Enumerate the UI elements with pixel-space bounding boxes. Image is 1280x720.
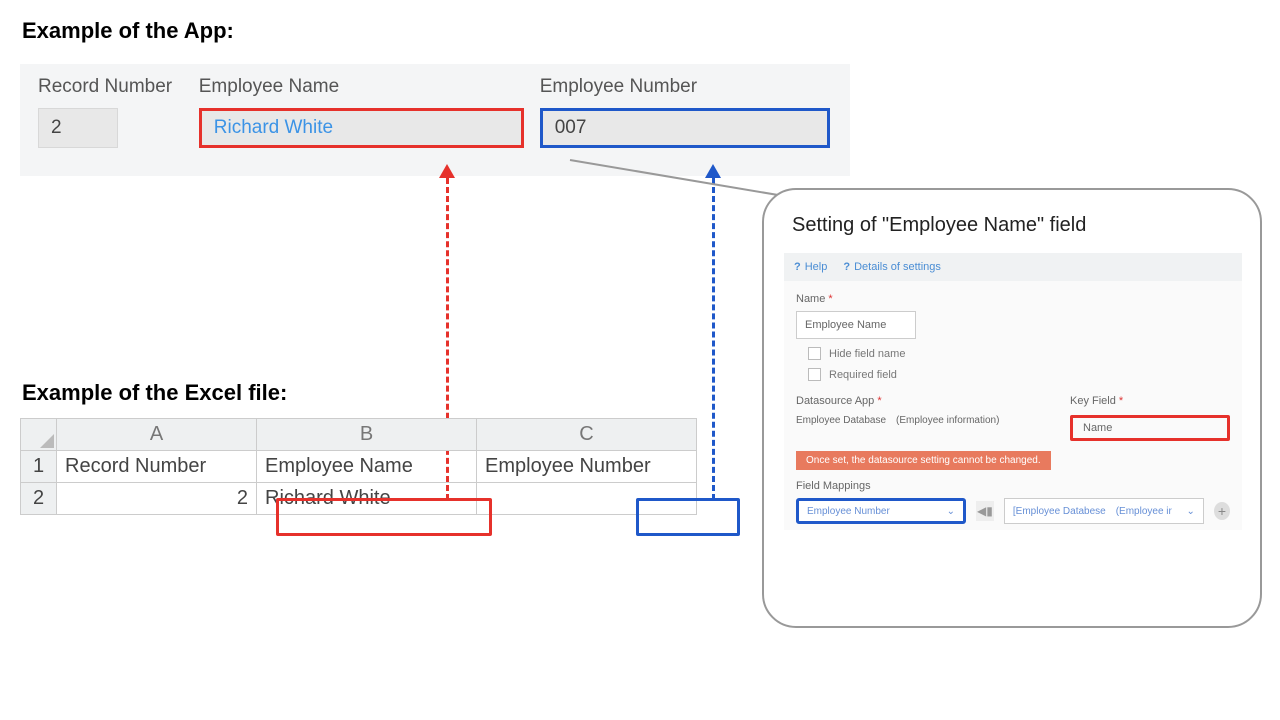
hide-field-checkbox-row[interactable]: Hide field name (808, 347, 1230, 360)
name-label: Name * (796, 293, 1230, 305)
app-label-employee-number: Employee Number (540, 76, 832, 98)
app-field-employee-name: Richard White (199, 108, 524, 148)
checkbox-icon (808, 368, 821, 381)
excel-cell-b2: Richard White (257, 483, 477, 515)
excel-col-header-a: A (57, 419, 257, 451)
excel-cell-c2 (477, 483, 697, 515)
callout-title: Setting of "Employee Name" field (792, 214, 1242, 237)
settings-panel: ?Help ?Details of settings Name * Employ… (784, 253, 1242, 530)
datasource-label: Datasource App * (796, 395, 1046, 407)
excel-row-number-1: 1 (21, 451, 57, 483)
heading-app-example: Example of the App: (22, 18, 234, 44)
excel-cell-b1: Employee Name (257, 451, 477, 483)
help-link[interactable]: ?Help (794, 261, 827, 273)
excel-col-header-b: B (257, 419, 477, 451)
excel-cell-a1: Record Number (57, 451, 257, 483)
excel-row-number-2: 2 (21, 483, 57, 515)
app-example-panel: Record Number 2 Employee Name Richard Wh… (20, 64, 850, 176)
keyfield-label: Key Field * (1070, 395, 1230, 407)
name-input[interactable]: Employee Name (796, 311, 916, 339)
keyfield-value[interactable]: Name (1070, 415, 1230, 441)
excel-cell-c1: Employee Number (477, 451, 697, 483)
excel-cell-a2: 2 (57, 483, 257, 515)
app-label-employee-name: Employee Name (199, 76, 540, 98)
required-field-label: Required field (829, 369, 897, 381)
add-mapping-button[interactable]: + (1214, 502, 1230, 520)
settings-callout: Setting of "Employee Name" field ?Help ?… (762, 188, 1262, 628)
app-field-employee-number: 007 (540, 108, 830, 148)
help-icon: ? (843, 261, 850, 273)
app-label-record-number: Record Number (38, 76, 199, 98)
excel-corner-cell (21, 419, 57, 451)
mapping-left-dropdown[interactable]: Employee Number ⌄ (796, 498, 966, 524)
details-link[interactable]: ?Details of settings (843, 261, 941, 273)
help-icon: ? (794, 261, 801, 273)
required-field-checkbox-row[interactable]: Required field (808, 368, 1230, 381)
excel-table: A B C 1 Record Number Employee Name Empl… (20, 418, 697, 515)
settings-help-bar: ?Help ?Details of settings (784, 253, 1242, 281)
hide-field-label: Hide field name (829, 348, 905, 360)
app-field-record-number: 2 (38, 108, 118, 148)
datasource-value: Employee Database (Employee information) (796, 415, 1046, 426)
excel-example-panel: A B C 1 Record Number Employee Name Empl… (20, 418, 730, 515)
chevron-down-icon: ⌄ (1187, 506, 1195, 517)
checkbox-icon (808, 347, 821, 360)
field-mappings-label: Field Mappings (796, 480, 1230, 492)
warning-strip: Once set, the datasource setting cannot … (796, 451, 1051, 470)
mapping-right-dropdown[interactable]: [Employee Databese (Employee ir ⌄ (1004, 498, 1204, 524)
chevron-down-icon: ⌄ (947, 506, 955, 517)
excel-col-header-c: C (477, 419, 697, 451)
mapping-arrow-icon: ◀▮ (976, 501, 994, 521)
heading-excel-example: Example of the Excel file: (22, 380, 287, 406)
